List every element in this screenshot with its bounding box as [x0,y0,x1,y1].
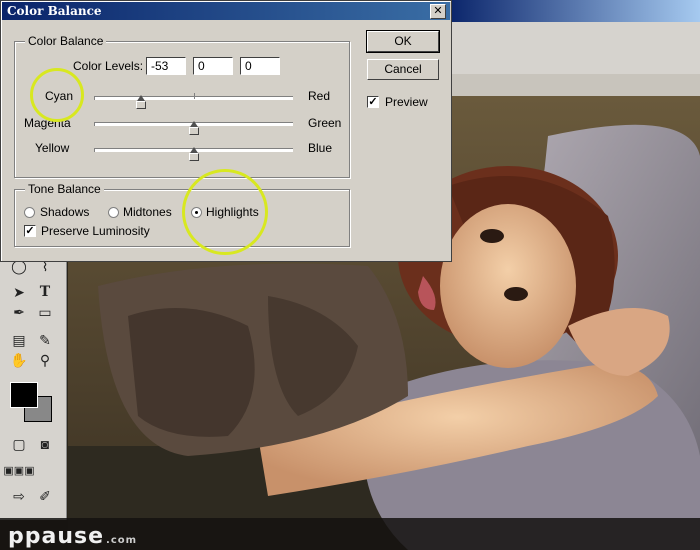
preserve-luminosity-checkbox[interactable]: ✓ [24,225,36,237]
slider-red-label: Red [308,89,331,103]
pen-icon[interactable]: ✒ [8,302,30,322]
document-tab-strip [448,74,700,96]
app-menubar [448,22,700,41]
tone-balance-group-label: Tone Balance [25,182,104,196]
color-balance-group: Color Balance Color Levels: -53 0 0 Cyan… [14,34,350,178]
slider-blue-label: Blue [308,141,333,155]
move-arrow-icon[interactable]: ➤ [8,282,30,302]
color-balance-dialog: Color Balance ✕ Color Balance Color Leve… [0,0,452,262]
tone-balance-group: Tone Balance Shadows Midtones Highlights… [14,182,350,247]
eyedropper-icon[interactable]: ✎ [34,330,56,350]
quickmask-on-icon[interactable]: ◙ [34,434,56,454]
shadows-label[interactable]: Shadows [40,205,89,219]
slider-center-tick [194,93,195,99]
preview-label[interactable]: Preview [385,95,428,109]
toolbox: ◯ ⌇ ➤ T ✒ ▭ ▤ ✎ ✋ ⚲ ▢ ◙ ▣▣▣ ⇨ ✐ [0,250,67,520]
midtones-radio[interactable] [108,207,119,218]
dialog-titlebar[interactable]: Color Balance ✕ [2,2,450,20]
preview-checkbox[interactable]: ✓ [367,96,379,108]
magenta-green-slider-thumb[interactable] [189,121,199,137]
level-yellow-blue-input[interactable]: 0 [240,57,280,75]
app-titlebar [448,0,700,22]
level-cyan-red-input[interactable]: -53 [146,57,186,75]
extra-tool-icon[interactable]: ✐ [34,486,56,506]
slider-cyan-label: Cyan [45,89,74,103]
watermark-bar: ppause .com [0,518,700,550]
shadows-radio[interactable] [24,207,35,218]
slider-green-label: Green [308,116,342,130]
midtones-label[interactable]: Midtones [123,205,172,219]
zoom-icon[interactable]: ⚲ [34,350,56,370]
level-magenta-green-input[interactable]: 0 [193,57,233,75]
slider-magenta-label: Magenta [24,116,71,130]
color-balance-group-label: Color Balance [25,34,107,48]
close-icon[interactable]: ✕ [430,4,446,19]
hand-icon[interactable]: ✋ [8,350,30,370]
notes-icon[interactable]: ▤ [8,330,30,350]
color-swatch-icon[interactable] [10,382,54,422]
slider-yellow-label: Yellow [35,141,70,155]
jump-to-icon[interactable]: ⇨ [8,486,30,506]
rectangle-icon[interactable]: ▭ [34,302,56,322]
cancel-button[interactable]: Cancel [367,59,439,80]
app-options-bar [448,40,700,75]
dialog-title: Color Balance [7,4,102,18]
cyan-red-slider-thumb[interactable] [136,95,146,111]
highlights-radio[interactable] [191,207,202,218]
quickmask-off-icon[interactable]: ▢ [8,434,30,454]
watermark-logo: ppause .com [8,524,138,549]
text-tool-icon[interactable]: T [34,282,56,302]
highlights-label[interactable]: Highlights [206,205,259,219]
ok-button[interactable]: OK [366,30,440,53]
screenmode-icon[interactable]: ▣▣▣ [3,460,34,480]
yellow-blue-slider-thumb[interactable] [189,147,199,163]
preserve-luminosity-label[interactable]: Preserve Luminosity [41,224,150,238]
color-levels-label: Color Levels: [73,59,144,73]
